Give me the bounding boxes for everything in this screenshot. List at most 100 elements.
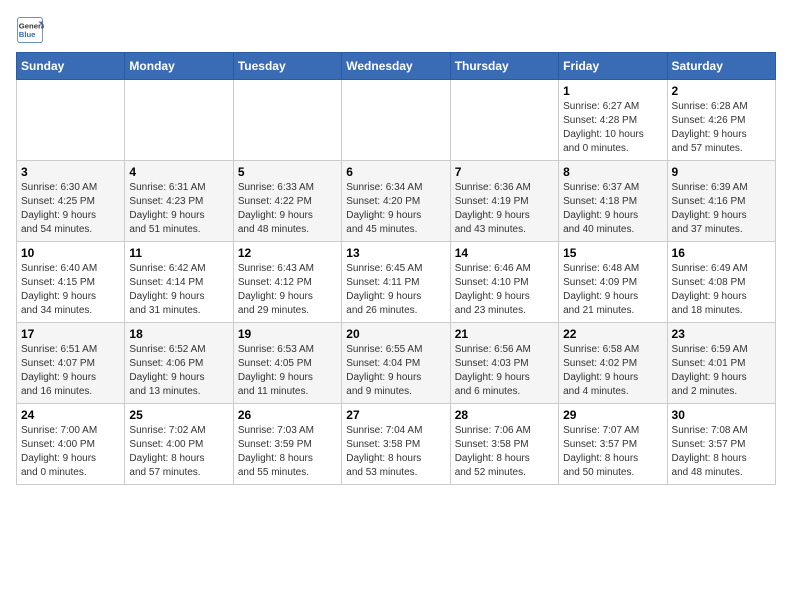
day-number: 6 [346, 165, 445, 179]
day-of-week-header: Thursday [450, 53, 558, 80]
day-info: Sunrise: 6:56 AM Sunset: 4:03 PM Dayligh… [455, 343, 554, 399]
day-number: 7 [455, 165, 554, 179]
day-info: Sunrise: 7:08 AM Sunset: 3:57 PM Dayligh… [672, 424, 771, 480]
day-number: 27 [346, 408, 445, 422]
day-info: Sunrise: 7:02 AM Sunset: 4:00 PM Dayligh… [129, 424, 228, 480]
day-info: Sunrise: 7:06 AM Sunset: 3:58 PM Dayligh… [455, 424, 554, 480]
calendar-day-cell: 2 Sunrise: 6:28 AM Sunset: 4:26 PM Daylig… [667, 80, 775, 161]
calendar-day-cell: 1 Sunrise: 6:27 AM Sunset: 4:28 PM Daylig… [559, 80, 667, 161]
day-info: Sunrise: 6:28 AM Sunset: 4:26 PM Dayligh… [672, 100, 771, 156]
calendar-day-cell: 15 Sunrise: 6:48 AM Sunset: 4:09 PM Dayli… [559, 242, 667, 323]
day-number: 23 [672, 327, 771, 341]
day-of-week-header: Tuesday [233, 53, 341, 80]
day-info: Sunrise: 6:31 AM Sunset: 4:23 PM Dayligh… [129, 181, 228, 237]
day-info: Sunrise: 6:27 AM Sunset: 4:28 PM Dayligh… [563, 100, 662, 156]
calendar-day-cell: 10 Sunrise: 6:40 AM Sunset: 4:15 PM Dayli… [17, 242, 125, 323]
calendar-day-cell: 17Sunrise: 6:51 AM Sunset: 4:07 PM Dayli… [17, 323, 125, 404]
day-info: Sunrise: 6:58 AM Sunset: 4:02 PM Dayligh… [563, 343, 662, 399]
day-info: Sunrise: 6:42 AM Sunset: 4:14 PM Dayligh… [129, 262, 228, 318]
day-of-week-header: Wednesday [342, 53, 450, 80]
calendar-day-cell [450, 80, 558, 161]
day-info: Sunrise: 7:07 AM Sunset: 3:57 PM Dayligh… [563, 424, 662, 480]
calendar-week-row: 17Sunrise: 6:51 AM Sunset: 4:07 PM Dayli… [17, 323, 776, 404]
day-number: 9 [672, 165, 771, 179]
calendar-day-cell: 21Sunrise: 6:56 AM Sunset: 4:03 PM Dayli… [450, 323, 558, 404]
day-number: 3 [21, 165, 120, 179]
day-info: Sunrise: 7:00 AM Sunset: 4:00 PM Dayligh… [21, 424, 120, 480]
calendar-day-cell: 19 Sunrise: 6:53 AM Sunset: 4:05 PM Dayli… [233, 323, 341, 404]
calendar-day-cell: 20Sunrise: 6:55 AM Sunset: 4:04 PM Dayli… [342, 323, 450, 404]
calendar-day-cell: 3 Sunrise: 6:30 AM Sunset: 4:25 PM Daylig… [17, 161, 125, 242]
svg-text:Blue: Blue [19, 30, 36, 39]
day-of-week-header: Monday [125, 53, 233, 80]
day-number: 10 [21, 246, 120, 260]
day-number: 1 [563, 84, 662, 98]
calendar-header-row: SundayMondayTuesdayWednesdayThursdayFrid… [17, 53, 776, 80]
day-info: Sunrise: 6:46 AM Sunset: 4:10 PM Dayligh… [455, 262, 554, 318]
day-number: 2 [672, 84, 771, 98]
calendar-day-cell: 9 Sunrise: 6:39 AM Sunset: 4:16 PM Daylig… [667, 161, 775, 242]
day-info: Sunrise: 6:40 AM Sunset: 4:15 PM Dayligh… [21, 262, 120, 318]
day-number: 22 [563, 327, 662, 341]
calendar-day-cell [125, 80, 233, 161]
day-info: Sunrise: 6:45 AM Sunset: 4:11 PM Dayligh… [346, 262, 445, 318]
day-info: Sunrise: 6:30 AM Sunset: 4:25 PM Dayligh… [21, 181, 120, 237]
day-info: Sunrise: 6:39 AM Sunset: 4:16 PM Dayligh… [672, 181, 771, 237]
day-info: Sunrise: 7:04 AM Sunset: 3:58 PM Dayligh… [346, 424, 445, 480]
day-info: Sunrise: 7:03 AM Sunset: 3:59 PM Dayligh… [238, 424, 337, 480]
calendar-day-cell: 7 Sunrise: 6:36 AM Sunset: 4:19 PM Daylig… [450, 161, 558, 242]
day-number: 25 [129, 408, 228, 422]
day-number: 18 [129, 327, 228, 341]
day-info: Sunrise: 6:43 AM Sunset: 4:12 PM Dayligh… [238, 262, 337, 318]
day-number: 8 [563, 165, 662, 179]
day-number: 14 [455, 246, 554, 260]
calendar-day-cell: 29 Sunrise: 7:07 AM Sunset: 3:57 PM Dayli… [559, 404, 667, 485]
logo: General Blue [16, 16, 48, 44]
day-number: 12 [238, 246, 337, 260]
calendar-day-cell: 13 Sunrise: 6:45 AM Sunset: 4:11 PM Dayli… [342, 242, 450, 323]
calendar-day-cell: 11 Sunrise: 6:42 AM Sunset: 4:14 PM Dayli… [125, 242, 233, 323]
calendar-day-cell: 22 Sunrise: 6:58 AM Sunset: 4:02 PM Dayli… [559, 323, 667, 404]
day-number: 13 [346, 246, 445, 260]
page-header: General Blue [16, 16, 776, 44]
day-number: 16 [672, 246, 771, 260]
calendar-day-cell: 6 Sunrise: 6:34 AM Sunset: 4:20 PM Daylig… [342, 161, 450, 242]
day-of-week-header: Friday [559, 53, 667, 80]
day-number: 30 [672, 408, 771, 422]
day-number: 24 [21, 408, 120, 422]
calendar-day-cell [342, 80, 450, 161]
calendar-day-cell: 27 Sunrise: 7:04 AM Sunset: 3:58 PM Dayli… [342, 404, 450, 485]
calendar-table: SundayMondayTuesdayWednesdayThursdayFrid… [16, 52, 776, 485]
day-info: Sunrise: 6:51 AM Sunset: 4:07 PM Dayligh… [21, 343, 120, 399]
calendar-day-cell: 16Sunrise: 6:49 AM Sunset: 4:08 PM Dayli… [667, 242, 775, 323]
calendar-day-cell [233, 80, 341, 161]
day-info: Sunrise: 6:59 AM Sunset: 4:01 PM Dayligh… [672, 343, 771, 399]
day-number: 29 [563, 408, 662, 422]
day-number: 11 [129, 246, 228, 260]
calendar-day-cell: 28 Sunrise: 7:06 AM Sunset: 3:58 PM Dayli… [450, 404, 558, 485]
calendar-day-cell: 26Sunrise: 7:03 AM Sunset: 3:59 PM Dayli… [233, 404, 341, 485]
calendar-day-cell: 24 Sunrise: 7:00 AM Sunset: 4:00 PM Dayli… [17, 404, 125, 485]
day-info: Sunrise: 6:52 AM Sunset: 4:06 PM Dayligh… [129, 343, 228, 399]
calendar-week-row: 24 Sunrise: 7:00 AM Sunset: 4:00 PM Dayli… [17, 404, 776, 485]
day-info: Sunrise: 6:53 AM Sunset: 4:05 PM Dayligh… [238, 343, 337, 399]
day-of-week-header: Sunday [17, 53, 125, 80]
day-info: Sunrise: 6:48 AM Sunset: 4:09 PM Dayligh… [563, 262, 662, 318]
day-number: 19 [238, 327, 337, 341]
calendar-day-cell: 12 Sunrise: 6:43 AM Sunset: 4:12 PM Dayli… [233, 242, 341, 323]
day-info: Sunrise: 6:37 AM Sunset: 4:18 PM Dayligh… [563, 181, 662, 237]
day-info: Sunrise: 6:33 AM Sunset: 4:22 PM Dayligh… [238, 181, 337, 237]
calendar-day-cell: 25 Sunrise: 7:02 AM Sunset: 4:00 PM Dayli… [125, 404, 233, 485]
day-of-week-header: Saturday [667, 53, 775, 80]
day-info: Sunrise: 6:36 AM Sunset: 4:19 PM Dayligh… [455, 181, 554, 237]
calendar-day-cell: 8 Sunrise: 6:37 AM Sunset: 4:18 PM Daylig… [559, 161, 667, 242]
day-number: 28 [455, 408, 554, 422]
calendar-day-cell: 23 Sunrise: 6:59 AM Sunset: 4:01 PM Dayli… [667, 323, 775, 404]
day-number: 15 [563, 246, 662, 260]
day-number: 4 [129, 165, 228, 179]
calendar-day-cell: 5Sunrise: 6:33 AM Sunset: 4:22 PM Daylig… [233, 161, 341, 242]
calendar-day-cell: 14 Sunrise: 6:46 AM Sunset: 4:10 PM Dayli… [450, 242, 558, 323]
day-info: Sunrise: 6:34 AM Sunset: 4:20 PM Dayligh… [346, 181, 445, 237]
calendar-day-cell: 30 Sunrise: 7:08 AM Sunset: 3:57 PM Dayli… [667, 404, 775, 485]
day-info: Sunrise: 6:55 AM Sunset: 4:04 PM Dayligh… [346, 343, 445, 399]
